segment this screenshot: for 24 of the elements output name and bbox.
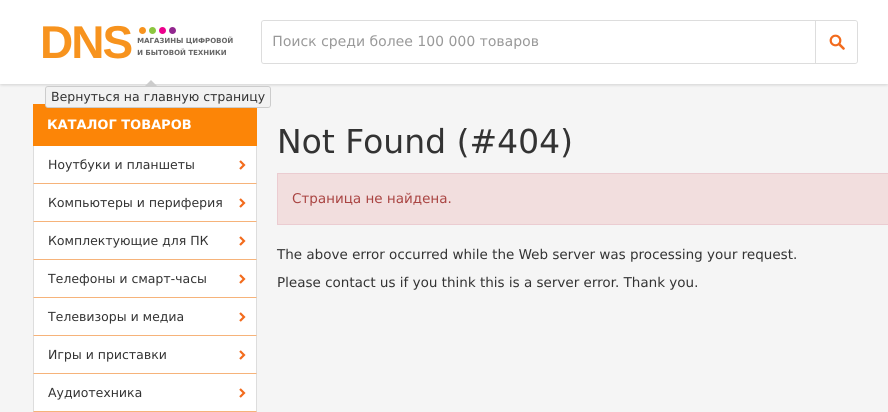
catalog-item[interactable]: Игры и приставки	[33, 336, 257, 374]
catalog-item[interactable]: Компьютеры и периферия	[33, 184, 257, 222]
chevron-right-icon	[239, 236, 246, 246]
logo-wordmark: DNS	[40, 19, 132, 65]
search-button[interactable]	[815, 20, 858, 64]
search-icon	[828, 34, 845, 50]
chevron-right-icon	[239, 274, 246, 284]
catalog-item[interactable]: Телефоны и смарт-часы	[33, 260, 257, 298]
chevron-right-icon	[239, 160, 246, 170]
chevron-right-icon	[239, 198, 246, 208]
chevron-right-icon	[239, 388, 246, 398]
chevron-right-icon	[239, 350, 246, 360]
catalog-item[interactable]: Аудиотехника	[33, 374, 257, 412]
catalog-item[interactable]: Комплектующие для ПК	[33, 222, 257, 260]
chevron-right-icon	[239, 312, 246, 322]
error-message: Please contact us if you think this is a server error. Thank you.	[277, 275, 700, 291]
error-alert: Страница не найдена.	[277, 173, 888, 225]
error-message: The above error occurred while the Web server was processing your request.	[277, 247, 798, 263]
catalog-header: КАТАЛОГ ТОВАРОВ	[33, 104, 257, 146]
catalog-item[interactable]: Ноутбуки и планшеты	[33, 146, 257, 184]
search-field[interactable]: Поиск среди более 100 000 товаров	[261, 20, 816, 64]
page-title: Not Found (#404)	[277, 122, 574, 161]
catalog-item[interactable]: Телевизоры и медиа	[33, 298, 257, 336]
tooltip: Вернуться на главную страницу	[45, 86, 272, 108]
